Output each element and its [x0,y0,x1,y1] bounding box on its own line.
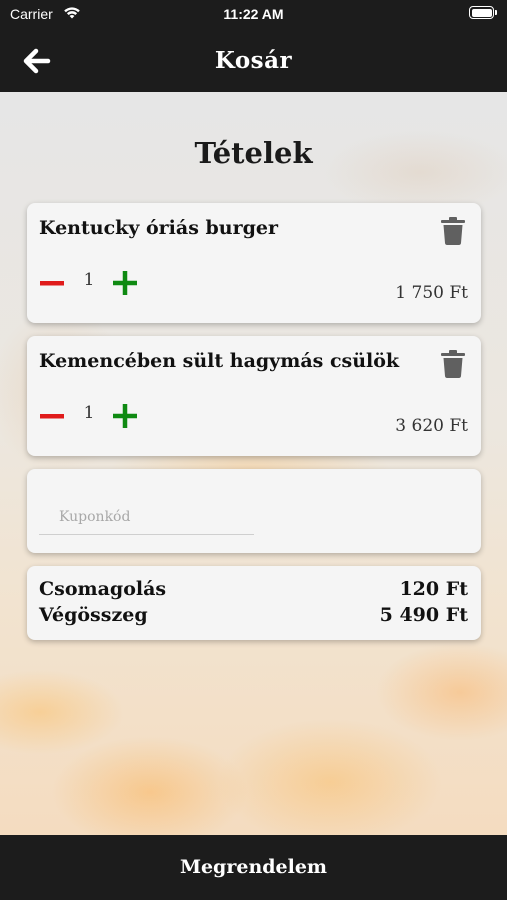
quantity-value: 1 [83,403,95,423]
place-order-button[interactable]: Megrendelem [0,835,507,900]
trash-icon[interactable] [441,217,465,245]
item-price: 1 750 Ft [395,283,468,303]
status-bar: Carrier 11:22 AM [0,0,507,30]
battery-icon [469,6,497,19]
packaging-label: Csomagolás [39,578,167,600]
status-time: 11:22 AM [223,6,284,22]
packaging-value: 120 Ft [399,578,468,600]
trash-icon[interactable] [441,350,465,378]
coupon-card [27,469,481,553]
item-price: 3 620 Ft [395,416,468,436]
item-name: Kentucky óriás burger [39,217,278,239]
bottom-bar: Megrendelem [0,835,507,900]
section-title: Tételek [194,136,313,170]
increase-quantity-button[interactable] [112,403,138,429]
total-value: 5 490 Ft [379,604,468,626]
top-bar: Carrier 11:22 AM Kosár [0,0,507,92]
page-title: Kosár [214,47,293,74]
increase-quantity-button[interactable] [112,270,138,296]
order-summary: Csomagolás 120 Ft Végösszeg 5 490 Ft [27,566,481,640]
quantity-value: 1 [83,270,95,290]
total-label: Végösszeg [39,604,148,626]
item-name: Kemencében sült hagymás csülök [39,350,400,372]
decrease-quantity-button[interactable] [39,403,65,429]
decrease-quantity-button[interactable] [39,270,65,296]
cart-item: Kemencében sült hagymás csülök 1 3 620 F… [27,336,481,456]
nav-bar: Kosár [0,30,507,92]
coupon-code-input[interactable] [39,499,254,535]
cart-content: Tételek Kentucky óriás burger 1 1 750 Ft… [0,92,507,835]
cart-item: Kentucky óriás burger 1 1 750 Ft [27,203,481,323]
